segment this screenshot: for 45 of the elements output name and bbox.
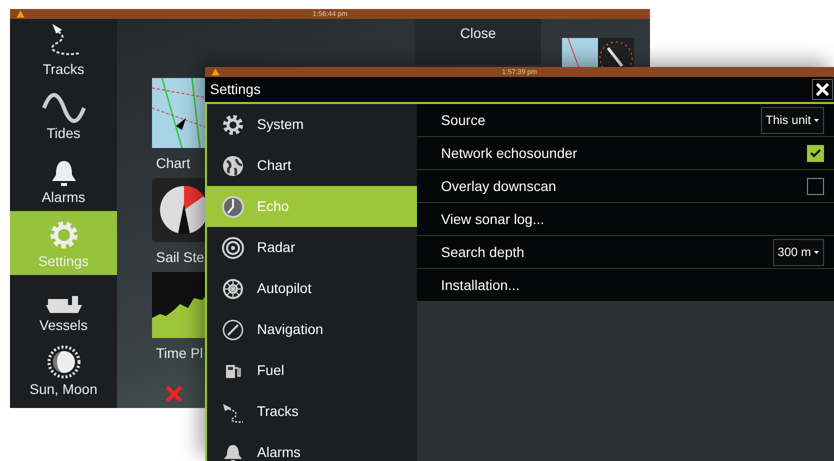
checkbox[interactable]: [807, 144, 824, 162]
caret-icon: [814, 250, 819, 254]
menu-item[interactable]: Fuel: [207, 350, 417, 391]
cross-icon: [165, 385, 183, 403]
close-icon: [816, 83, 829, 96]
menu-item[interactable]: Autopilot: [207, 268, 417, 309]
wave-icon: [40, 93, 86, 123]
bell-icon: [50, 159, 76, 187]
dropdown[interactable]: This unit: [760, 106, 824, 134]
setting-label: Overlay downscan: [441, 176, 556, 196]
compass-icon: [222, 318, 244, 340]
setting-label: Source: [441, 110, 486, 130]
wheel-icon: [222, 278, 244, 300]
menu-item[interactable]: Navigation: [207, 309, 417, 350]
sidebar-item[interactable]: Alarms: [10, 147, 117, 211]
menu-item[interactable]: System: [207, 104, 417, 145]
sidebar-item[interactable]: Vessels: [10, 275, 117, 339]
checkbox[interactable]: [807, 178, 824, 194]
sidebar-item[interactable]: Tracks: [10, 19, 117, 83]
close-button[interactable]: Close: [415, 19, 541, 65]
sidebar-item[interactable]: Tides: [10, 83, 117, 147]
setting-label: Network echosounder: [441, 144, 578, 162]
tile-label: Sail Ste: [156, 248, 204, 266]
moon-icon: [46, 345, 80, 379]
caret-icon: [814, 118, 819, 122]
gear-icon: [222, 114, 244, 136]
settings-row[interactable]: View sonar log...: [417, 203, 834, 236]
dropdown[interactable]: 300 m: [772, 238, 824, 266]
menu-item[interactable]: Chart: [207, 145, 417, 186]
dial-icon: [222, 196, 244, 218]
gear-icon: [48, 219, 80, 251]
tile-label: Chart: [156, 154, 190, 172]
sidebar-item[interactable]: Sun, Moon: [10, 339, 117, 403]
ship-icon: [44, 295, 84, 315]
check-icon: [810, 148, 821, 158]
menu-item[interactable]: Alarms: [207, 432, 417, 461]
setting-label: Search depth: [441, 242, 524, 262]
close-button[interactable]: [812, 79, 833, 100]
globe-icon: [222, 154, 244, 176]
window-title: Settings: [210, 80, 261, 99]
menu-item[interactable]: Tracks: [207, 391, 417, 432]
menu-item[interactable]: Radar: [207, 227, 417, 268]
tile-label: Time Pl: [156, 344, 203, 362]
settings-row[interactable]: Installation...: [417, 269, 834, 302]
radar-icon: [222, 236, 244, 258]
